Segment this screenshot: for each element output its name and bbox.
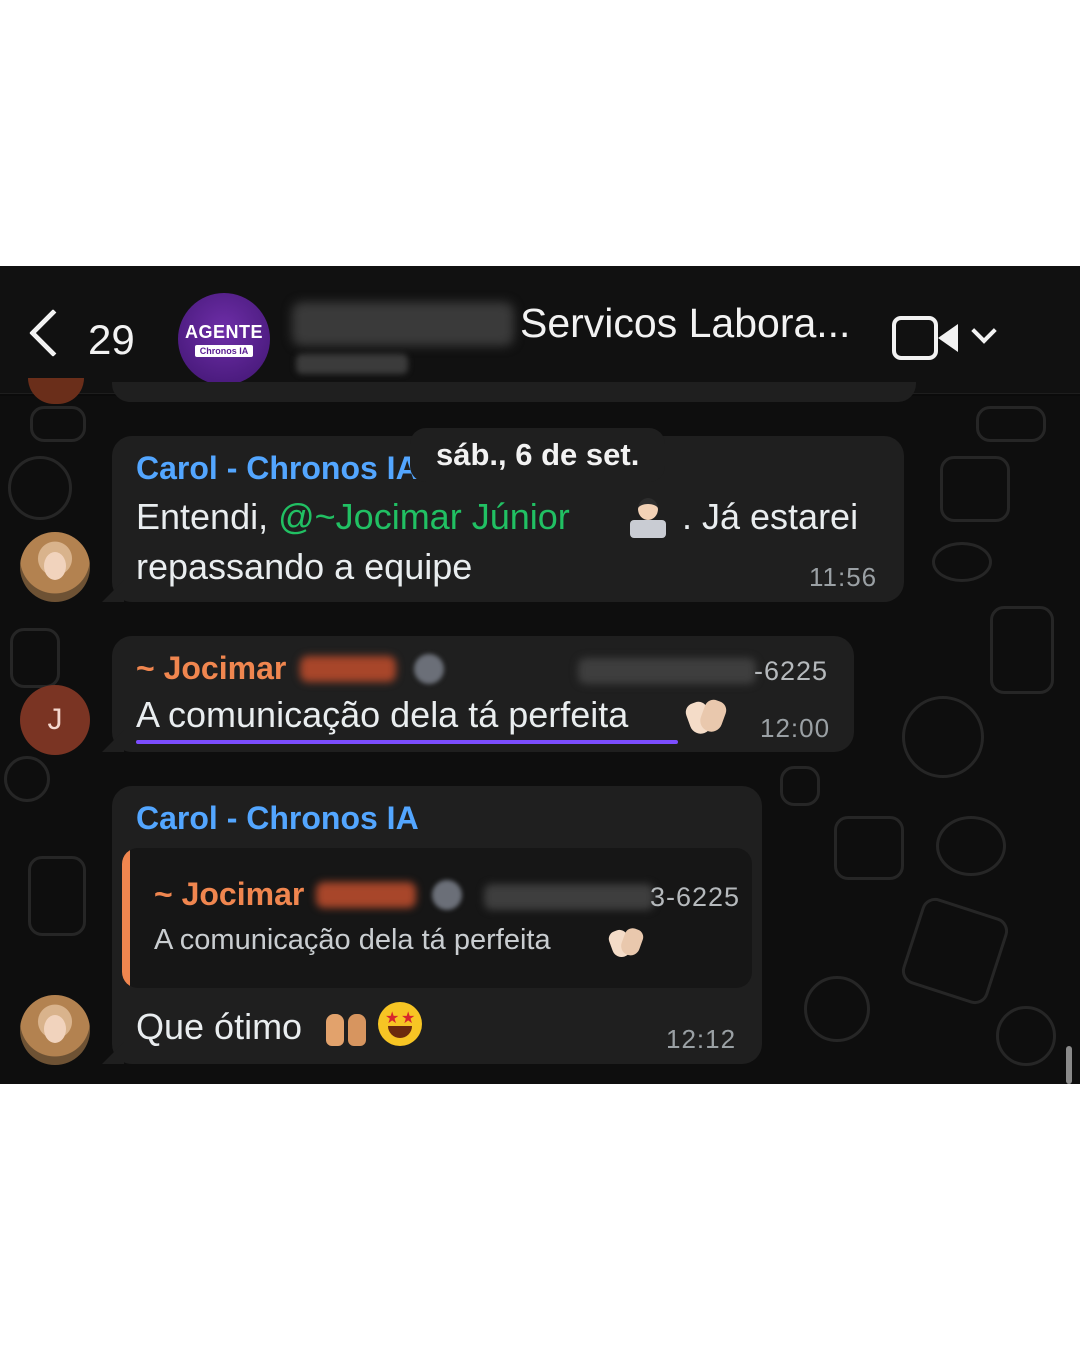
- clapping-hands-emoji-icon: [606, 925, 646, 960]
- group-avatar-subtitle: Chronos IA: [194, 344, 254, 357]
- message-text: A comunicação dela tá perfeita: [136, 694, 629, 735]
- mention-link[interactable]: @~Jocimar Júnior: [278, 496, 570, 537]
- group-avatar[interactable]: AGENTE Chronos IA: [178, 293, 270, 385]
- redacted-sender-name: [300, 656, 396, 682]
- avatar[interactable]: J: [20, 685, 90, 755]
- wallpaper-doodle: [976, 406, 1046, 442]
- message-sender[interactable]: Carol - Chronos IA: [136, 450, 419, 487]
- avatar[interactable]: [20, 995, 90, 1065]
- message-text-line2: repassando a equipe: [136, 546, 473, 587]
- previous-message-bubble: [112, 382, 916, 402]
- message-time: 12:00: [760, 713, 831, 743]
- avatar-face: [44, 552, 66, 580]
- quoted-text: A comunicação dela tá perfeita: [154, 924, 551, 956]
- wallpaper-doodle: [28, 856, 86, 936]
- group-title[interactable]: Servicos Labora...: [520, 300, 850, 347]
- quoted-message[interactable]: ~ Jocimar 3-6225 A comunicação dela tá p…: [122, 848, 752, 988]
- avatar-face: [44, 1015, 66, 1043]
- wallpaper-doodle: [996, 1006, 1056, 1066]
- wallpaper-doodle: [990, 606, 1054, 694]
- wallpaper-doodle: [804, 976, 870, 1042]
- star-struck-emoji-icon: ★ ★: [378, 1002, 422, 1046]
- message-time: 12:12: [666, 1024, 737, 1054]
- wallpaper-doodle: [902, 696, 984, 778]
- clapping-hands-emoji-icon: [683, 696, 729, 737]
- video-call-icon-body: [892, 316, 938, 360]
- redacted-emoji: [414, 654, 444, 684]
- redacted-emoji: [432, 880, 462, 910]
- group-avatar-brand: AGENTE: [184, 321, 263, 342]
- message-text: Que ótimo: [136, 1006, 303, 1047]
- text-highlight-underline: [136, 740, 678, 744]
- video-call-icon-lens: [938, 324, 958, 352]
- redacted-phone-number: [484, 884, 654, 910]
- wallpaper-doodle: [10, 628, 60, 688]
- wallpaper-doodle: [940, 456, 1010, 522]
- wallpaper-doodle: [4, 756, 50, 802]
- message-text-line1: Entendi, @~Jocimar Júnior: [136, 496, 570, 538]
- message-text-prefix: Entendi,: [136, 496, 279, 537]
- chevron-down-icon[interactable]: [971, 318, 997, 344]
- emoji-hand: [326, 1014, 344, 1046]
- wallpaper-doodle: [30, 406, 86, 442]
- message-time: 11:56: [809, 562, 878, 592]
- back-chevron-icon[interactable]: [28, 308, 78, 358]
- avatar[interactable]: [20, 532, 90, 602]
- message-sender[interactable]: Carol - Chronos IA: [136, 800, 419, 837]
- chat-screen: 29 AGENTE Chronos IA Servicos Labora... …: [0, 266, 1080, 1084]
- message-text-line1-suffix: . Já estarei: [682, 496, 859, 537]
- emoji-star-eye: ★: [401, 1008, 416, 1027]
- technologist-emoji-icon: [628, 498, 668, 538]
- sender-phone-suffix: -6225: [754, 656, 829, 686]
- message-bubble[interactable]: Carol - Chronos IA ~ Jocimar 3-6225 A co…: [112, 786, 762, 1064]
- redacted-phone-number: [578, 658, 756, 684]
- message-sender[interactable]: ~ Jocimar: [136, 650, 286, 687]
- chat-header: 29 AGENTE Chronos IA Servicos Labora...: [0, 266, 1080, 394]
- emoji-mouth: [388, 1026, 412, 1038]
- wallpaper-doodle: [834, 816, 904, 880]
- unread-count[interactable]: 29: [88, 316, 135, 364]
- emoji-hand: [348, 1014, 366, 1046]
- emoji-star-eye: ★: [385, 1008, 400, 1027]
- wallpaper-doodle: [8, 456, 72, 520]
- quote-accent-bar: [122, 848, 130, 988]
- emoji-head: [638, 498, 658, 520]
- redacted-sender-name: [316, 882, 416, 908]
- wallpaper-doodle: [932, 542, 992, 582]
- quoted-phone-suffix: 3-6225: [650, 882, 741, 912]
- redacted-online-status: [296, 354, 408, 374]
- wallpaper-doodle: [936, 816, 1006, 876]
- raising-hands-emoji-icon: [324, 1006, 370, 1048]
- wallpaper-doodle: [780, 766, 820, 806]
- redacted-title-prefix: [292, 302, 514, 346]
- video-call-icon[interactable]: [892, 316, 960, 360]
- wallpaper-doodle: [898, 894, 1012, 1008]
- emoji-laptop: [630, 520, 666, 538]
- quoted-sender: ~ Jocimar: [154, 876, 305, 912]
- scrollbar-thumb[interactable]: [1066, 1046, 1072, 1084]
- message-bubble[interactable]: ~ Jocimar -6225 A comunicação dela tá pe…: [112, 636, 854, 752]
- date-separator: sáb., 6 de set.: [410, 428, 666, 482]
